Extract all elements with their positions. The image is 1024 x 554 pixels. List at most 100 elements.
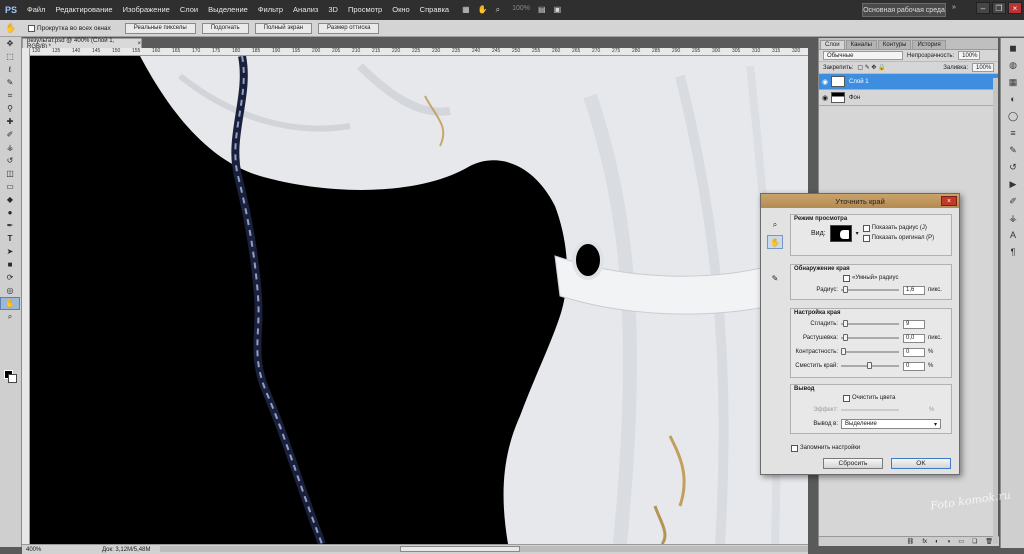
ok-button[interactable]: OK xyxy=(891,458,951,469)
adjustments-panel-icon[interactable]: ◐ xyxy=(1003,92,1023,106)
feather-input[interactable]: 0,0 xyxy=(903,333,925,343)
hand-tool-icon-active[interactable]: ✋ xyxy=(0,297,20,310)
contrast-slider[interactable] xyxy=(841,348,899,355)
eraser-tool-icon[interactable]: ◫ xyxy=(0,167,20,180)
history-brush-icon[interactable]: ↺ xyxy=(0,154,20,167)
swatches-panel-icon[interactable]: ◍ xyxy=(1003,58,1023,72)
background-color-swatch[interactable] xyxy=(8,374,17,383)
menu-item[interactable]: Анализ xyxy=(288,0,323,20)
menu-item[interactable]: Просмотр xyxy=(343,0,387,20)
remember-settings-row[interactable]: Запомнить настройки xyxy=(791,443,860,453)
feather-slider[interactable] xyxy=(841,334,899,341)
clone-source-icon[interactable]: ⚶ xyxy=(1003,211,1023,225)
radius-input[interactable]: 1,6 xyxy=(903,285,925,295)
brush-tool-icon[interactable]: ✐ xyxy=(0,128,20,141)
3d-orbit-tool-icon[interactable]: ◎ xyxy=(0,284,20,297)
document-canvas[interactable] xyxy=(30,56,808,544)
zoom-tool-icon-panel[interactable]: ⌕ xyxy=(0,310,20,323)
radius-slider[interactable] xyxy=(841,286,899,293)
decontaminate-row[interactable]: Очистить цвета xyxy=(791,393,951,403)
show-radius-checkbox[interactable] xyxy=(862,224,870,232)
hand-icon[interactable]: ✋ xyxy=(478,5,488,15)
close-document-icon[interactable]: × xyxy=(137,41,141,47)
eye-icon[interactable]: ◉ xyxy=(819,90,831,106)
show-radius-row[interactable]: Показать радиус (J) xyxy=(862,223,935,233)
quick-select-tool-icon[interactable]: ✎ xyxy=(0,76,20,89)
zoom-level[interactable]: 100% xyxy=(512,5,530,15)
folder-icon[interactable]: ▭ xyxy=(958,538,964,545)
marquee-tool-icon[interactable]: ⬚ xyxy=(0,50,20,63)
horizontal-scrollbar[interactable] xyxy=(160,546,808,552)
opacity-field[interactable]: 100% xyxy=(958,51,981,60)
layers-scrollbar[interactable] xyxy=(993,78,998,544)
shift-edge-slider[interactable] xyxy=(841,362,899,369)
eye-icon[interactable]: ◉ xyxy=(819,74,831,90)
fit-screen-button[interactable]: Подогнать xyxy=(201,22,249,34)
scrollbar-thumb[interactable] xyxy=(400,546,520,552)
actual-pixels-button[interactable]: Реальные пикселы xyxy=(124,22,196,34)
brush-panel-icon[interactable]: ✐ xyxy=(1003,194,1023,208)
print-size-button[interactable]: Размер оттиска xyxy=(318,22,380,34)
show-original-checkbox[interactable] xyxy=(862,234,870,242)
shift-edge-input[interactable]: 0 xyxy=(903,361,925,371)
dialog-close-icon[interactable]: × xyxy=(941,196,957,206)
healing-tool-icon[interactable]: ✚ xyxy=(0,115,20,128)
scroll-all-windows[interactable]: Прокрутка во всех окнах xyxy=(28,24,111,32)
feather-slider-knob[interactable] xyxy=(843,334,848,341)
styles-panel-icon[interactable]: ▦ xyxy=(1003,75,1023,89)
path-select-tool-icon[interactable]: ➤ xyxy=(0,245,20,258)
status-zoom[interactable]: 400% xyxy=(22,547,52,553)
blend-mode-select[interactable]: Обычные xyxy=(823,51,903,60)
contrast-slider-knob[interactable] xyxy=(841,348,846,355)
vertical-ruler[interactable] xyxy=(22,48,30,544)
close-window-icon[interactable]: × xyxy=(1008,2,1022,14)
reset-button[interactable]: Сбросить xyxy=(823,458,883,469)
stamp-tool-icon[interactable]: ⚶ xyxy=(0,141,20,154)
layer-row-layer1[interactable]: ◉ Слой 1 xyxy=(819,74,998,90)
color-panel-icon[interactable]: ◼ xyxy=(1003,41,1023,55)
workspace-button[interactable]: Основная рабочая среда xyxy=(862,3,946,17)
masks-panel-icon[interactable]: ◯ xyxy=(1003,109,1023,123)
radius-slider-knob[interactable] xyxy=(843,286,848,293)
dialog-hand-icon[interactable]: ✋ xyxy=(767,235,783,249)
tab-history[interactable]: История xyxy=(912,40,946,49)
lock-icons[interactable]: ▢ ✎ ✥ 🔒 xyxy=(857,64,885,71)
eyedropper-tool-icon[interactable]: ⚲ xyxy=(0,102,20,115)
restore-icon[interactable]: ❐ xyxy=(992,2,1006,14)
scroll-all-checkbox[interactable] xyxy=(28,24,35,32)
dialog-title-bar[interactable]: Уточнить край × xyxy=(761,194,959,208)
mask-icon[interactable]: ◐ xyxy=(935,539,939,545)
decontaminate-checkbox[interactable] xyxy=(843,394,850,402)
gradient-tool-icon[interactable]: ▭ xyxy=(0,180,20,193)
show-original-row[interactable]: Показать оригинал (P) xyxy=(862,233,934,243)
smooth-input[interactable]: 9 xyxy=(903,319,925,329)
smooth-slider-knob[interactable] xyxy=(843,320,848,327)
menu-item[interactable]: Изображение xyxy=(118,0,175,20)
refine-radius-brush-icon[interactable]: ✎ xyxy=(767,271,783,285)
actions-panel-icon[interactable]: ▶ xyxy=(1003,177,1023,191)
output-to-select[interactable]: Выделение ▾ xyxy=(841,419,941,429)
channels-panel-icon[interactable]: ≡ xyxy=(1003,126,1023,140)
smart-radius-row[interactable]: «Умный» радиус xyxy=(791,273,951,283)
bridge-icon[interactable]: ▦ xyxy=(462,5,470,15)
view-mode-thumbnail[interactable] xyxy=(829,224,852,242)
menu-item[interactable]: Фильтр xyxy=(253,0,288,20)
history-panel-icon[interactable]: ↺ xyxy=(1003,160,1023,174)
tab-paths[interactable]: Контуры xyxy=(877,40,912,49)
adjustment-icon[interactable]: ◑ xyxy=(947,539,951,545)
shape-tool-icon[interactable]: ■ xyxy=(0,258,20,271)
contrast-input[interactable]: 0 xyxy=(903,347,925,357)
tab-channels[interactable]: Каналы xyxy=(845,40,877,49)
menu-item[interactable]: Файл xyxy=(22,0,50,20)
menu-item[interactable]: Редактирование xyxy=(50,0,117,20)
crop-tool-icon[interactable]: ⌗ xyxy=(0,89,20,102)
lasso-tool-icon[interactable]: ℓ xyxy=(0,63,20,76)
3d-rotate-tool-icon[interactable]: ⟳ xyxy=(0,271,20,284)
fill-screen-button[interactable]: Полный экран xyxy=(254,22,312,34)
link-icon[interactable]: ⛓ xyxy=(907,538,915,545)
menu-item[interactable]: 3D xyxy=(323,0,343,20)
minimize-icon[interactable]: – xyxy=(976,2,990,14)
arrange-icon[interactable]: ▤ xyxy=(538,5,546,15)
workspace-more[interactable]: » xyxy=(952,4,956,11)
menu-item[interactable]: Окно xyxy=(387,0,414,20)
